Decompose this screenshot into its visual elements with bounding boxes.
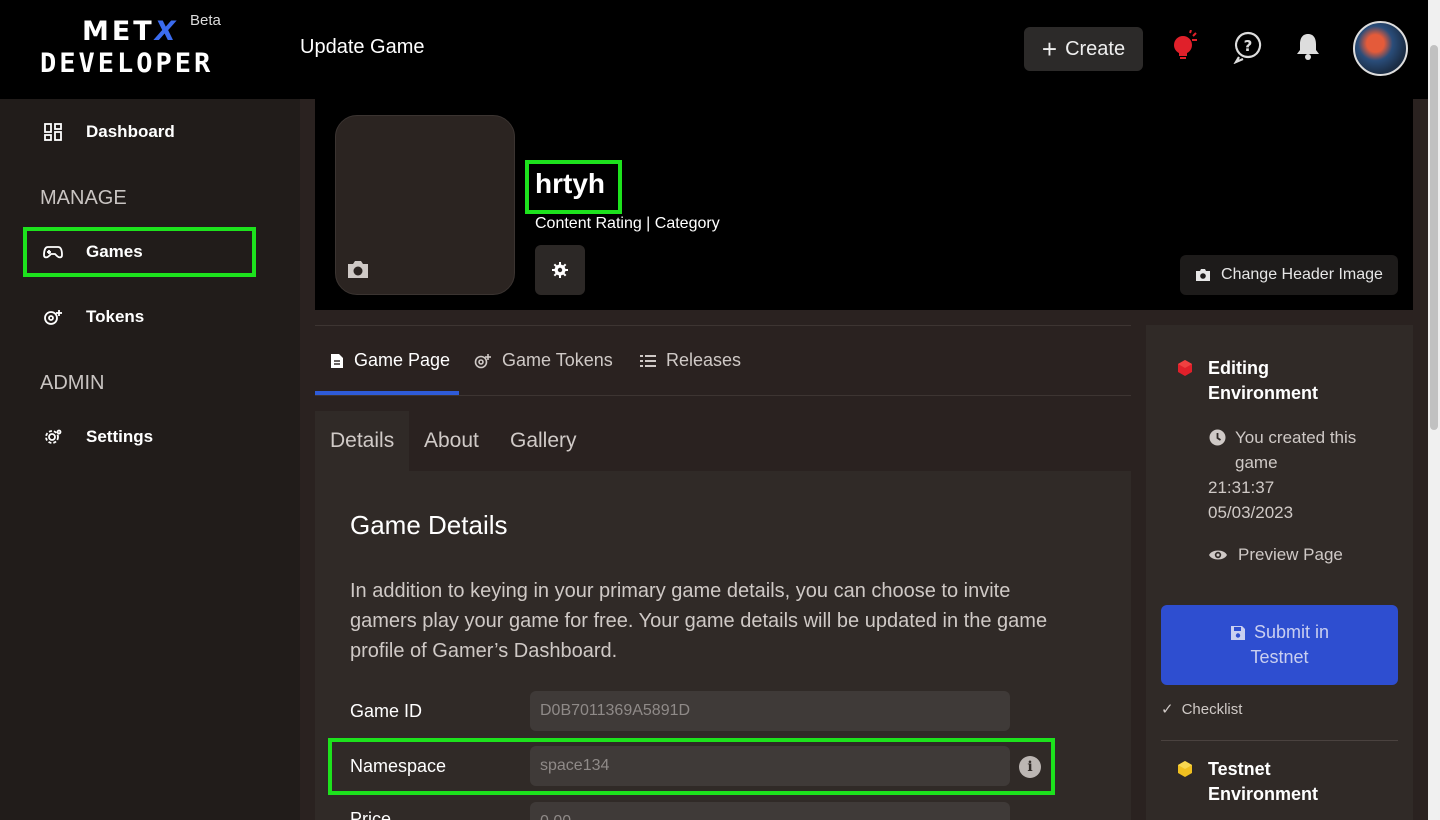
subtab-details[interactable]: Details	[315, 411, 410, 471]
top-bar: METX DEVELOPER Beta Update Game + Create…	[0, 0, 1428, 99]
sidebar-item-label: Games	[86, 242, 143, 261]
game-meta: Content Rating | Category	[535, 215, 720, 232]
page-scrollbar[interactable]	[1428, 0, 1440, 820]
save-icon	[1230, 625, 1245, 640]
game-thumbnail[interactable]	[335, 115, 515, 295]
created-date: 05/03/2023	[1208, 503, 1294, 522]
namespace-label: Namespace	[350, 756, 447, 776]
game-id-label: Game ID	[350, 701, 423, 721]
change-header-image-button[interactable]: Change Header Image	[1180, 255, 1398, 295]
sidebar-item-games[interactable]: Games	[40, 237, 143, 267]
admin-section-label: ADMIN	[40, 372, 105, 394]
section-title: Game Details	[350, 510, 508, 540]
sidebar-item-label: Tokens	[86, 307, 145, 326]
help-icon[interactable]: ?	[1233, 30, 1263, 65]
price-label: Price	[350, 809, 392, 820]
sidebar-item-settings[interactable]: Settings	[40, 422, 153, 452]
page-title: Update Game	[300, 36, 425, 58]
checklist-link[interactable]: ✓ Checklist	[1161, 700, 1243, 719]
sidebar-item-dashboard[interactable]: Dashboard	[40, 117, 175, 147]
tab-label: Game Tokens	[502, 350, 613, 370]
gear-icon	[552, 262, 568, 278]
submit-testnet-button[interactable]: Submit in Testnet	[1161, 605, 1398, 685]
sidebar-item-label: Dashboard	[86, 122, 175, 141]
namespace-field[interactable]: space134	[530, 746, 1010, 786]
info-icon[interactable]: i	[1019, 756, 1041, 778]
panel-divider	[1161, 740, 1398, 741]
create-button[interactable]: + Create	[1024, 27, 1143, 71]
checkmark-icon: ✓	[1161, 701, 1174, 718]
metx-developer-logo[interactable]: METX DEVELOPER Beta	[40, 12, 230, 84]
gamepad-icon	[40, 239, 66, 265]
clock-icon	[1209, 429, 1226, 446]
sub-tabs: Details About Gallery	[315, 411, 1131, 471]
svg-text:?: ?	[1244, 37, 1253, 55]
tabs-top-divider	[315, 325, 1131, 326]
list-icon	[640, 354, 656, 367]
logo-text: METX	[82, 16, 179, 47]
submit-label-line2: Testnet	[1250, 647, 1309, 667]
camera-icon[interactable]	[345, 258, 371, 284]
sidebar-item-tokens[interactable]: Tokens	[40, 302, 144, 332]
camera-icon	[1196, 269, 1211, 281]
manage-section-label: MANAGE	[40, 187, 127, 209]
price-field[interactable]: 0.00	[530, 802, 1010, 820]
plus-icon: +	[1041, 34, 1058, 64]
file-icon	[331, 353, 343, 368]
subtab-gallery[interactable]: Gallery	[495, 411, 592, 471]
token-icon	[40, 304, 66, 330]
create-label: Create	[1065, 37, 1126, 60]
section-description: In addition to keying in your primary ga…	[350, 580, 1048, 662]
preview-page-link[interactable]: Preview Page	[1208, 545, 1343, 565]
tab-game-page[interactable]: Game Page	[330, 350, 450, 371]
editing-environment-title: Editing Environment	[1208, 358, 1319, 403]
created-time: 21:31:37	[1208, 478, 1275, 497]
game-name: hrtyh	[535, 168, 605, 199]
testnet-environment-icon	[1178, 761, 1192, 777]
game-settings-button[interactable]	[535, 245, 585, 295]
created-text: You created this game	[1235, 428, 1357, 472]
subtab-about[interactable]: About	[409, 411, 494, 471]
testnet-environment-title: Testnet Environment	[1208, 759, 1319, 804]
editing-environment-icon	[1178, 360, 1192, 376]
submit-label-line1: Submit in	[1253, 622, 1330, 642]
beta-badge: Beta	[190, 12, 221, 29]
settings-gear-icon	[40, 424, 66, 450]
logo-subtext: DEVELOPER	[40, 48, 214, 79]
checklist-label: Checklist	[1181, 700, 1243, 718]
dashboard-icon	[40, 119, 66, 145]
tabs-bottom-divider	[315, 395, 1131, 396]
user-avatar[interactable]	[1353, 21, 1408, 76]
game-id-field[interactable]: D0B7011369A5891D	[530, 691, 1010, 731]
tab-game-tokens[interactable]: Game Tokens	[474, 350, 613, 371]
scrollbar-thumb[interactable]	[1430, 45, 1438, 430]
tab-releases[interactable]: Releases	[640, 350, 741, 371]
token-icon	[474, 353, 491, 368]
eye-icon	[1209, 550, 1227, 560]
sidebar-item-label: Settings	[86, 427, 154, 446]
bell-icon[interactable]	[1293, 30, 1323, 64]
lightbulb-icon[interactable]	[1170, 29, 1200, 64]
change-header-label: Change Header Image	[1221, 266, 1383, 283]
preview-page-label: Preview Page	[1238, 545, 1343, 564]
tab-label: Releases	[666, 350, 742, 370]
tab-label: Game Page	[354, 350, 451, 370]
